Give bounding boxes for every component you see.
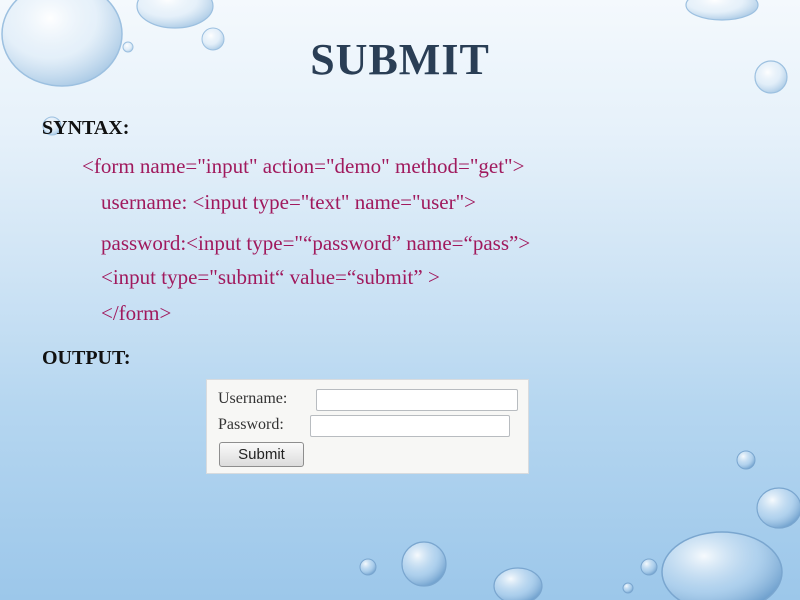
output-label: OUTPUT: (42, 347, 131, 369)
syntax-label: SYNTAX: (42, 117, 130, 139)
username-label: Username: (218, 390, 288, 407)
code-line-username-input: username: <input type="text" name="user"… (101, 190, 476, 214)
password-input[interactable] (310, 415, 510, 437)
submit-button[interactable]: Submit (219, 442, 304, 467)
slide-title: SUBMIT (310, 35, 490, 84)
code-line-password-input: password:<input type="“password” name=“p… (101, 231, 531, 255)
password-label: Password: (218, 416, 284, 433)
username-input[interactable] (316, 389, 518, 411)
code-line-form-open: <form name="input" action="demo" method=… (82, 154, 525, 178)
code-line-form-close: </form> (101, 301, 172, 325)
water-droplets-decoration (1, 0, 800, 600)
form-output-preview: Username: Password: Submit (206, 379, 529, 474)
code-line-submit-input: <input type="submit“ value=“submit” > (101, 265, 440, 289)
